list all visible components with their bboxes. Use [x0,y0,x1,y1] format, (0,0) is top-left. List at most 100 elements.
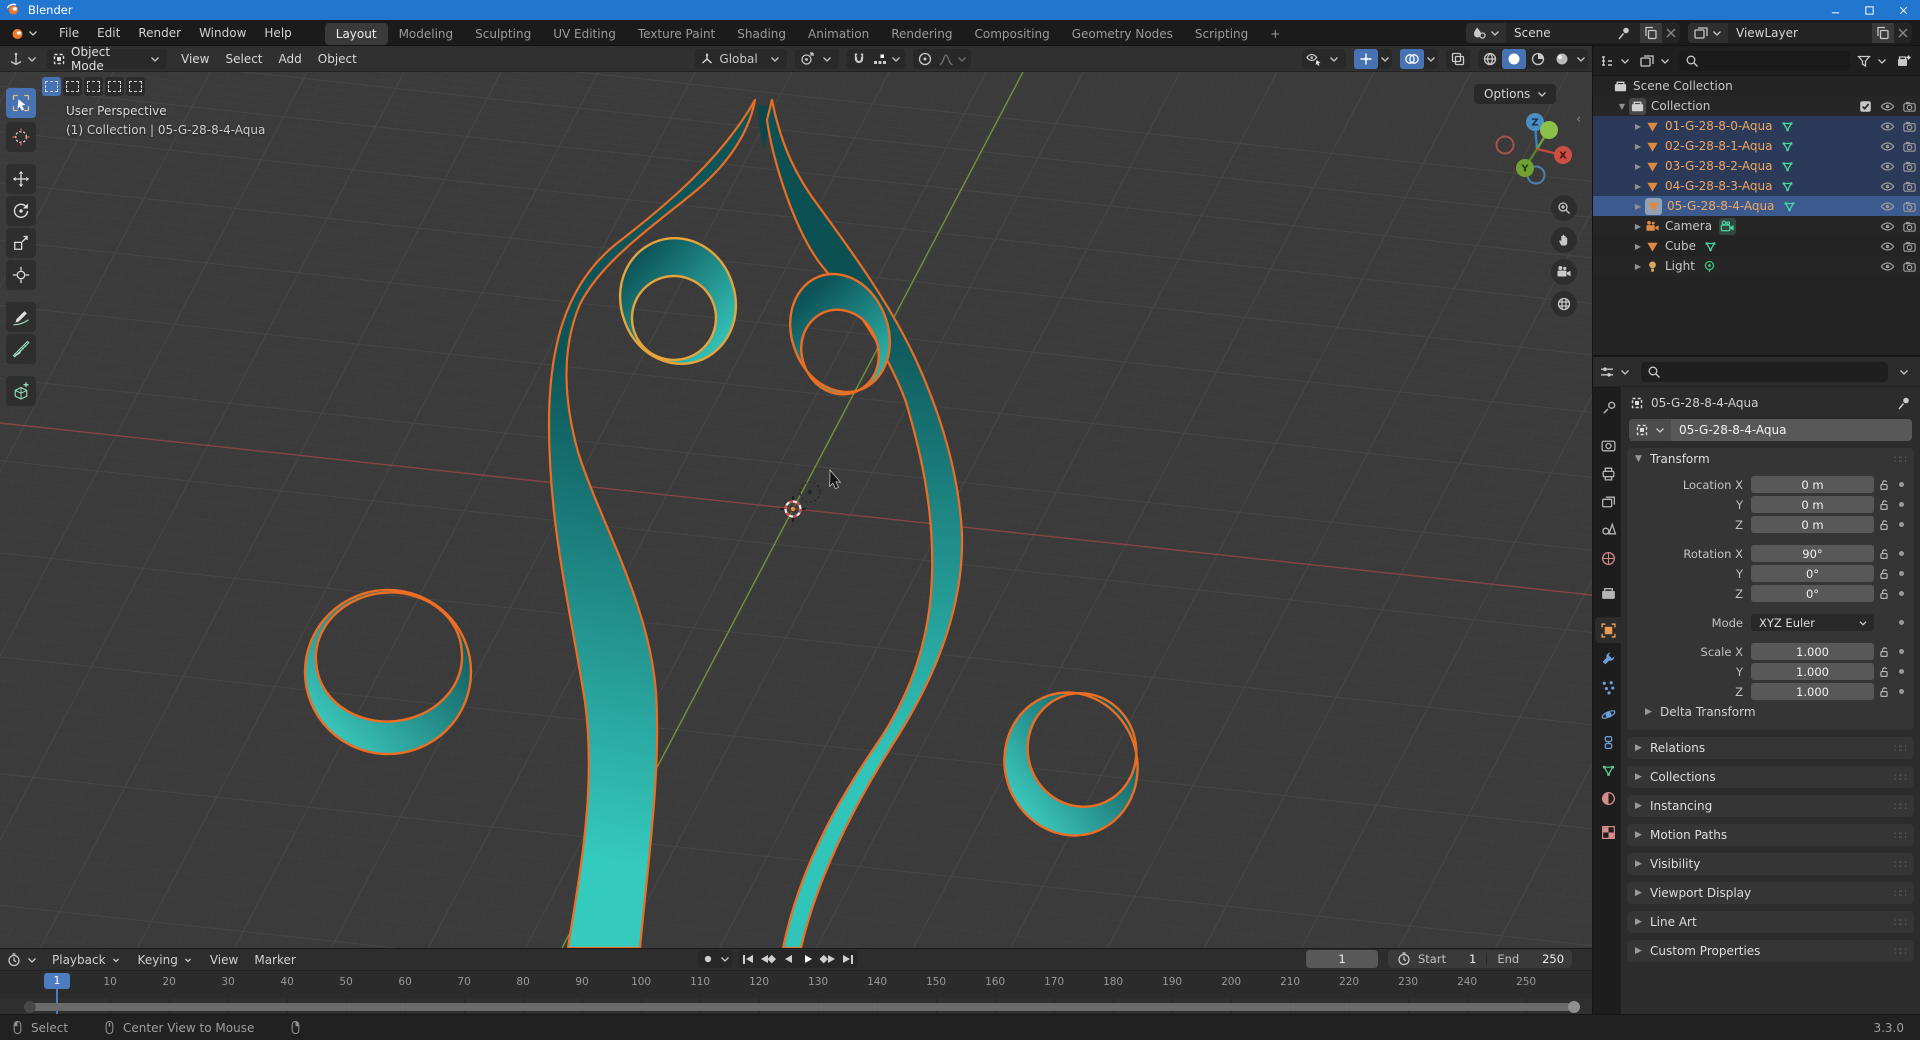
visibility-dropdown[interactable] [1302,49,1346,69]
workspace-tab-layout[interactable]: Layout [325,23,388,45]
gizmo-neg-x[interactable] [1497,137,1514,154]
timeline-editor-type[interactable] [6,952,40,968]
panel-relations[interactable]: ▶Relations∷∷ [1627,737,1914,759]
tool-move[interactable] [6,164,36,194]
properties-options-dropdown[interactable] [1896,364,1912,380]
properties-tab-particles[interactable] [1595,674,1621,700]
menu-file[interactable]: File [50,20,88,46]
menu-window[interactable]: Window [190,20,255,46]
gizmos-dropdown[interactable] [1378,49,1392,69]
viewlayer-selector[interactable]: ViewLayer [1688,23,1912,43]
disable-render-toggle[interactable] [1898,139,1920,154]
overlays-dropdown[interactable] [1424,49,1438,69]
select-mode-invert[interactable] [105,77,124,96]
ring-bottom-left[interactable] [305,590,471,754]
ring-top-left-active[interactable] [620,238,736,364]
tool-select-box[interactable] [6,88,36,118]
properties-tab-physics[interactable] [1595,701,1621,727]
properties-tab-material[interactable] [1595,785,1621,811]
tool-annotate[interactable] [6,302,36,332]
lock-icon[interactable] [1874,645,1894,659]
panel-grip-icon[interactable]: ∷∷ [1894,800,1906,813]
tool-measure[interactable] [6,334,36,364]
value-field[interactable]: 0 m [1751,496,1874,513]
previous-keyframe-button[interactable] [758,950,778,968]
add-workspace-button[interactable]: + [1259,23,1291,45]
properties-tab-scene[interactable] [1595,515,1621,541]
hide-toggle[interactable] [1876,179,1898,194]
gizmos-toggle[interactable] [1354,49,1378,69]
panel-visibility[interactable]: ▶Visibility∷∷ [1627,853,1914,875]
workspace-tab-uv-editing[interactable]: UV Editing [542,23,627,45]
hide-toggle[interactable] [1876,199,1898,214]
value-field[interactable]: 1.000 [1751,643,1874,660]
select-mode-extend[interactable] [63,77,82,96]
scene-selector[interactable]: Scene [1466,23,1680,43]
properties-tab-view-layer[interactable] [1595,489,1621,515]
tool-add-cube[interactable] [6,376,36,406]
disable-render-toggle[interactable] [1898,259,1920,274]
value-field[interactable]: 1.000 [1751,683,1874,700]
select-mode-intersect[interactable] [126,77,145,96]
lock-icon[interactable] [1874,518,1894,532]
disable-render-toggle[interactable] [1898,239,1920,254]
ortho-toggle-button[interactable] [1551,291,1577,317]
lock-icon[interactable] [1874,567,1894,581]
ring-bottom-right[interactable] [1004,693,1137,836]
panel-grip-icon[interactable]: ∷∷ [1894,771,1906,784]
animate-dot[interactable] [1894,522,1908,527]
titlebar[interactable]: Blender [0,0,1920,20]
keying-dropdown[interactable] [718,950,732,968]
minimize-button[interactable] [1818,0,1852,20]
select-mode-set[interactable] [42,77,61,96]
disable-render-toggle[interactable] [1898,119,1920,134]
outliner-row-camera[interactable]: ▶Camera [1593,216,1920,236]
scene-copy-button[interactable] [1640,23,1662,43]
animate-dot[interactable] [1894,502,1908,507]
disable-render-toggle[interactable] [1898,179,1920,194]
value-field[interactable]: 0° [1751,565,1874,582]
panel-instancing[interactable]: ▶Instancing∷∷ [1627,795,1914,817]
xray-toggle[interactable] [1446,49,1470,69]
disclosure-icon[interactable]: ▶ [1631,222,1645,231]
timeline-menu-keying[interactable]: Keying [130,953,202,967]
panel-grip-icon[interactable]: ∷∷ [1894,916,1906,929]
panel-viewport-display[interactable]: ▶Viewport Display∷∷ [1627,882,1914,904]
workspace-tab-compositing[interactable]: Compositing [963,23,1060,45]
workspace-tab-sculpting[interactable]: Sculpting [464,23,542,45]
panel-grip-icon[interactable]: ∷∷ [1894,453,1906,466]
shading-rendered-button[interactable] [1550,49,1574,69]
workspace-tab-modeling[interactable]: Modeling [388,23,465,45]
current-frame-badge[interactable]: 1 [44,973,70,989]
hide-toggle[interactable] [1876,239,1898,254]
disclosure-icon[interactable]: ▶ [1631,122,1645,131]
scene-browse-button[interactable] [1466,23,1506,43]
hide-toggle[interactable] [1876,119,1898,134]
disable-render-toggle[interactable] [1898,99,1920,114]
outliner-row-cube[interactable]: ▶Cube [1593,236,1920,256]
object-name-field[interactable]: 05-G-28-8-4-Aqua [1629,419,1912,441]
disable-render-toggle[interactable] [1898,219,1920,234]
disclosure-icon[interactable]: ▼ [1615,102,1629,111]
outliner-row-01-g-28-8-0-aqua[interactable]: ▶01-G-28-8-0-Aqua [1593,116,1920,136]
delta-transform-panel[interactable]: ▶Delta Transform [1627,702,1908,722]
hide-toggle[interactable] [1876,259,1898,274]
timeline-menu-marker[interactable]: Marker [246,953,303,967]
outliner-display-mode[interactable] [1599,53,1633,69]
value-field[interactable]: 0° [1751,585,1874,602]
properties-tab-object-data[interactable] [1595,757,1621,783]
scene-unlink-button[interactable] [1662,23,1680,43]
new-collection-button[interactable] [1896,53,1912,69]
exclude-checkbox[interactable] [1854,100,1876,113]
viewlayer-remove-button[interactable] [1894,23,1912,43]
hide-toggle[interactable] [1876,159,1898,174]
tool-transform[interactable] [6,260,36,290]
lock-icon[interactable] [1874,665,1894,679]
main-ribbon-left[interactable] [549,100,755,948]
transform-panel-header[interactable]: ▼ Transform ∷∷ [1627,448,1914,470]
shading-wireframe-button[interactable] [1478,49,1502,69]
properties-tab-collection[interactable] [1595,580,1621,606]
disable-render-toggle[interactable] [1898,199,1920,214]
timeline-scrollbar[interactable] [26,1003,1578,1011]
disable-render-toggle[interactable] [1898,159,1920,174]
